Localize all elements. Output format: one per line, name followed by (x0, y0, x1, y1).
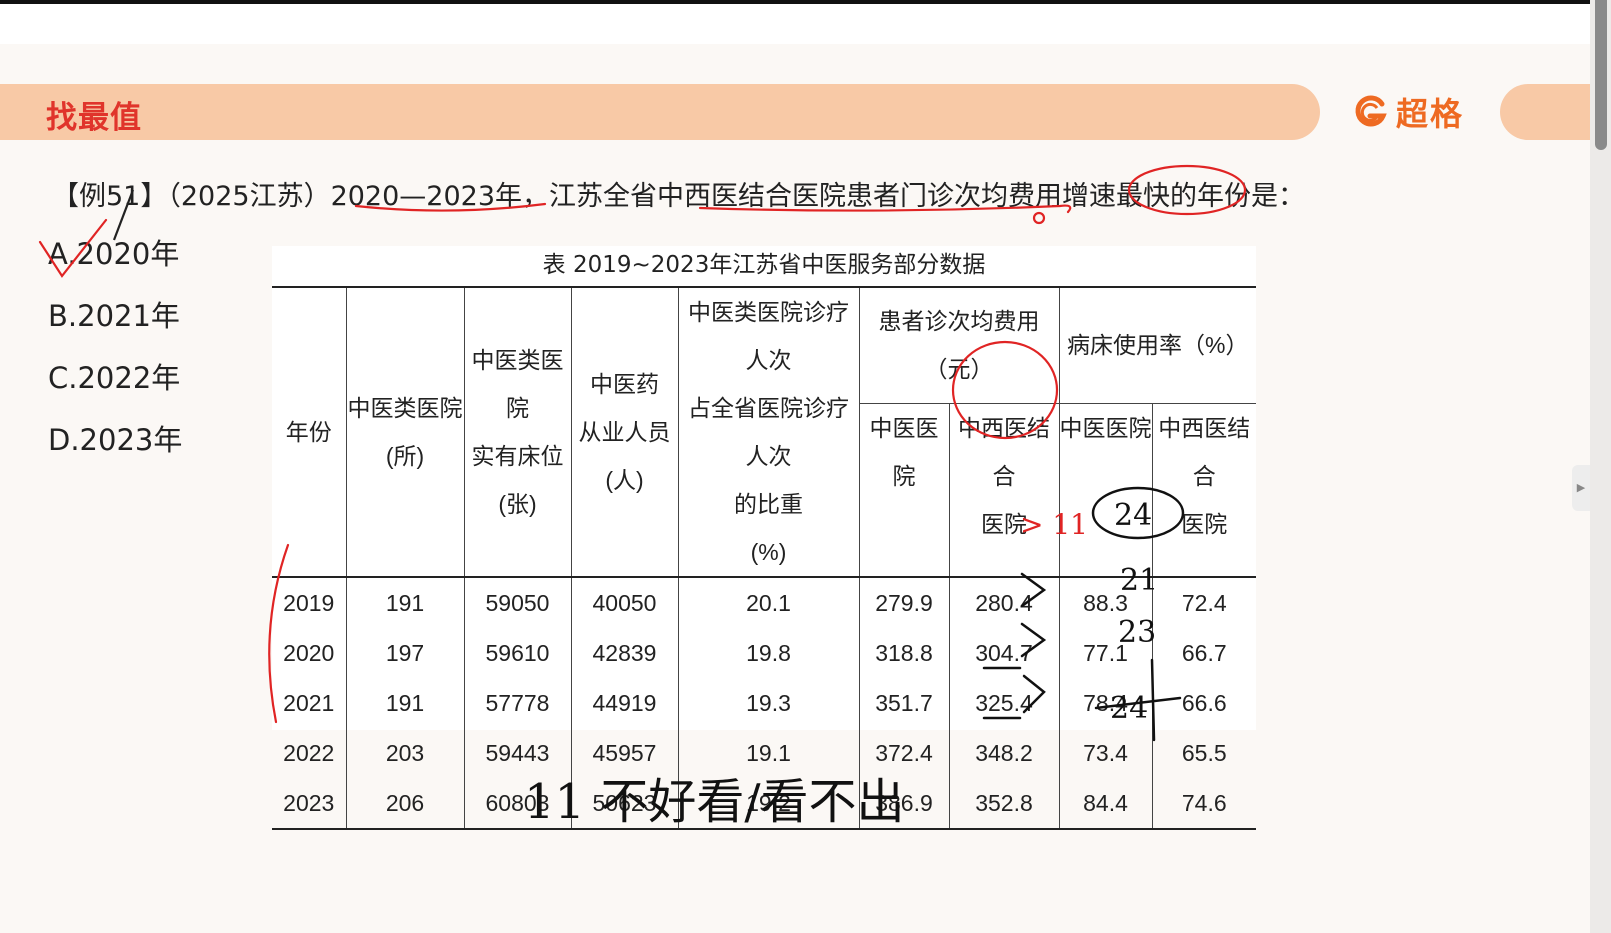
section-header-band (0, 84, 1320, 140)
table-cell: 304.7 (949, 628, 1060, 678)
table-cell: 19.3 (678, 678, 860, 728)
table-cell: 59610 (464, 628, 572, 678)
table-cell: 19.1 (678, 728, 860, 778)
table-cell: 280.4 (949, 577, 1060, 628)
brand-logo: 超格 (1352, 90, 1464, 134)
table-cell: 57778 (464, 678, 572, 728)
table-row: 2019 191 59050 40050 20.1 279.9 280.4 88.3 72.4 (272, 577, 1256, 628)
header-cost-group: 患者诊次均费用（元） (859, 285, 1060, 404)
header-year: 年份 (272, 286, 347, 578)
header-year-text: 年份 (285, 419, 332, 445)
table-cell: 40050 (571, 577, 679, 628)
header-line: 医院 (981, 510, 1027, 537)
header-line: 中西医结合 (958, 414, 1050, 489)
header-line: (所) (385, 443, 425, 469)
table-cell: 279.9 (859, 577, 950, 628)
header-line: 中医类医院 (347, 395, 463, 421)
table-cell: 348.2 (949, 728, 1060, 778)
table-cell: 77.1 (1059, 628, 1153, 678)
option-a[interactable]: A.2020年 (48, 232, 182, 294)
brand-name: 超格 (1396, 95, 1465, 133)
table-row: 2022 203 59443 45957 19.1 372.4 348.2 73.4 65.5 (272, 728, 1256, 778)
table-cell: 84.4 (1059, 778, 1153, 830)
table-cell: 73.4 (1059, 728, 1153, 778)
section-title: 找最值 (46, 100, 142, 136)
table-row: 2023 206 60803 50623 19.2 386.9 352.8 84.4 74.6 (272, 778, 1257, 830)
table-cell: 44919 (571, 678, 679, 728)
table-cell: 66.7 (1181, 639, 1227, 666)
table-cell: 20.1 (678, 577, 860, 628)
table-row: 2021 191 57778 44919 19.3 351.7 325.4 78.4 66.6 (272, 678, 1256, 728)
table-cell: 59443 (464, 728, 572, 778)
table-caption: 表 2019~2023年江苏省中医服务部分数据 (542, 252, 986, 278)
header-line: 中医类医院 (471, 347, 564, 421)
question-text: 【例51】（2025江苏）2020—2023年，江苏全省中西医结合医院患者门诊次… (52, 181, 1305, 212)
table-cell: 2019 (272, 577, 347, 628)
table-cell: 59050 (464, 577, 572, 628)
header-bed-integrated: 中西医结合 医院 (1152, 402, 1257, 578)
table-cell: 2023 (272, 778, 347, 830)
table-cell: 372.4 (859, 728, 950, 778)
table-cell: 203 (346, 728, 465, 778)
data-table-card: 表 2019~2023年江苏省中医服务部分数据 年份 中医类医院 (所) 中医类… (272, 246, 1257, 830)
header-visit-ratio: 中医类医院诊疗人次 占全省医院诊疗人次 的比重 (%) (678, 286, 860, 578)
table-cell: 65.5 (1181, 739, 1227, 766)
header-line: 医院 (1181, 510, 1228, 537)
table-cell: 45957 (571, 728, 679, 778)
header-pill-decoration (1500, 84, 1590, 140)
header-line: 实有床位 (471, 443, 564, 469)
option-d[interactable]: D.2023年 (48, 418, 182, 480)
table-row: 2020 197 59610 42839 19.8 318.8 304.7 77.1 66.7 (272, 628, 1256, 678)
table-cell: 351.7 (859, 678, 950, 728)
header-tcm-staff: 中医药 从业人员 (人) (571, 286, 679, 578)
answer-options: A.2020年 B.2021年 C.2022年 D.2023年 (48, 232, 182, 480)
table-cell: 2021 (272, 678, 347, 728)
scrollbar-thumb[interactable] (1595, 0, 1607, 150)
header-line: 中西医结合 (1158, 414, 1251, 489)
table-cell: 42839 (571, 628, 679, 678)
header-line: 中医药 (590, 371, 659, 397)
slide-top-area (0, 4, 1590, 44)
table-cell: 78.4 (1059, 678, 1153, 728)
header-line: (%) (750, 539, 787, 565)
table-cell: 325.4 (949, 678, 1060, 728)
header-tcm-hospitals: 中医类医院 (所) (346, 286, 465, 578)
table-cell: 50623 (571, 778, 679, 830)
table-cell: 206 (346, 778, 465, 830)
header-line: (人) (605, 467, 644, 493)
table-cell: 2020 (272, 628, 347, 678)
scrollbar[interactable] (1590, 0, 1611, 933)
option-b[interactable]: B.2021年 (48, 294, 182, 356)
header-line: 从业人员 (578, 419, 671, 445)
header-tcm-beds: 中医类医院 实有床位 (张) (464, 286, 572, 578)
table-cell: 72.4 (1181, 589, 1227, 616)
option-c[interactable]: C.2022年 (48, 356, 182, 418)
table-cell: 60803 (464, 778, 572, 830)
header-line: 占全省医院诊疗人次 (688, 395, 849, 469)
table-cell: 19.2 (678, 778, 860, 830)
table-cell: 19.8 (678, 628, 860, 678)
table-cell: 74.6 (1152, 778, 1257, 830)
panel-toggle-arrow-icon[interactable]: ▶ (1572, 465, 1590, 511)
table-cell: 88.3 (1059, 577, 1153, 628)
table-cell: 352.8 (949, 778, 1060, 830)
table-cell: 191 (346, 577, 465, 628)
table-cell: 2022 (272, 728, 347, 778)
small-circle-mark (1032, 211, 1046, 225)
header-cost-tcm: 中医医院 (859, 402, 950, 578)
table-cell: 197 (346, 628, 465, 678)
table-cell: 191 (346, 678, 465, 728)
header-line: (张) (498, 491, 537, 517)
header-cost-integrated: 中西医结合 医院 (949, 402, 1060, 578)
table-cell: 318.8 (859, 628, 950, 678)
header-bed-tcm: 中医医院 (1059, 402, 1153, 578)
header-line: 中医类医院诊疗人次 (688, 299, 849, 373)
header-bed-group: 病床使用率（%） (1059, 285, 1257, 404)
header-line: 的比重 (734, 491, 803, 517)
table-cell: 66.6 (1181, 689, 1227, 716)
data-table: 年份 中医类医院 (所) 中医类医院 实有床位 (张) 中医药 从业人员 (人)… (272, 285, 1257, 830)
brand-g-icon (1355, 95, 1387, 127)
table-cell: 386.9 (859, 778, 950, 830)
